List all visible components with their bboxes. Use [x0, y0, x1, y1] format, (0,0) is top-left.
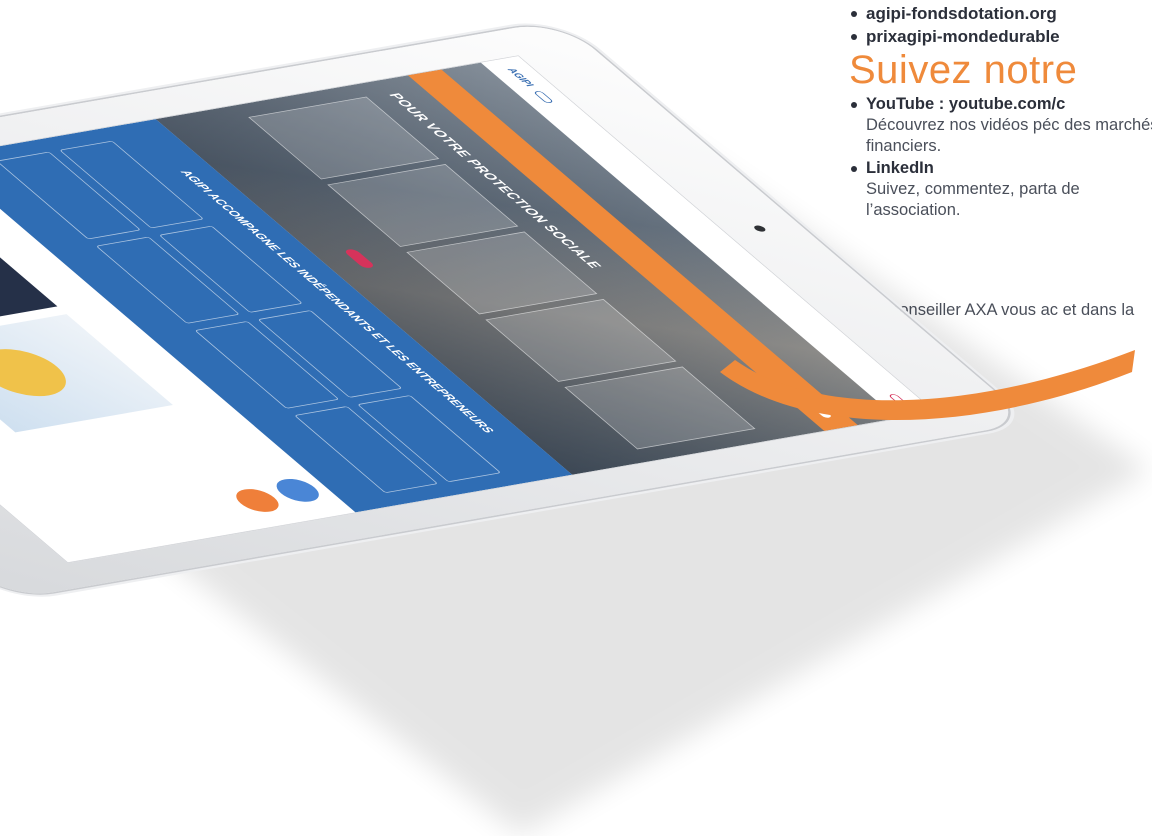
nav-pill-contact[interactable] [887, 393, 910, 407]
hero-cta-button[interactable] [342, 248, 376, 269]
site-logo[interactable]: AGIPI [505, 68, 537, 88]
nav-pill-account[interactable] [532, 90, 555, 104]
hero-banner-button[interactable] [809, 404, 833, 419]
camera-dot [751, 224, 768, 233]
news-sidebar [24, 413, 294, 536]
hero-card[interactable] [485, 299, 677, 382]
hero-card[interactable] [564, 366, 756, 450]
